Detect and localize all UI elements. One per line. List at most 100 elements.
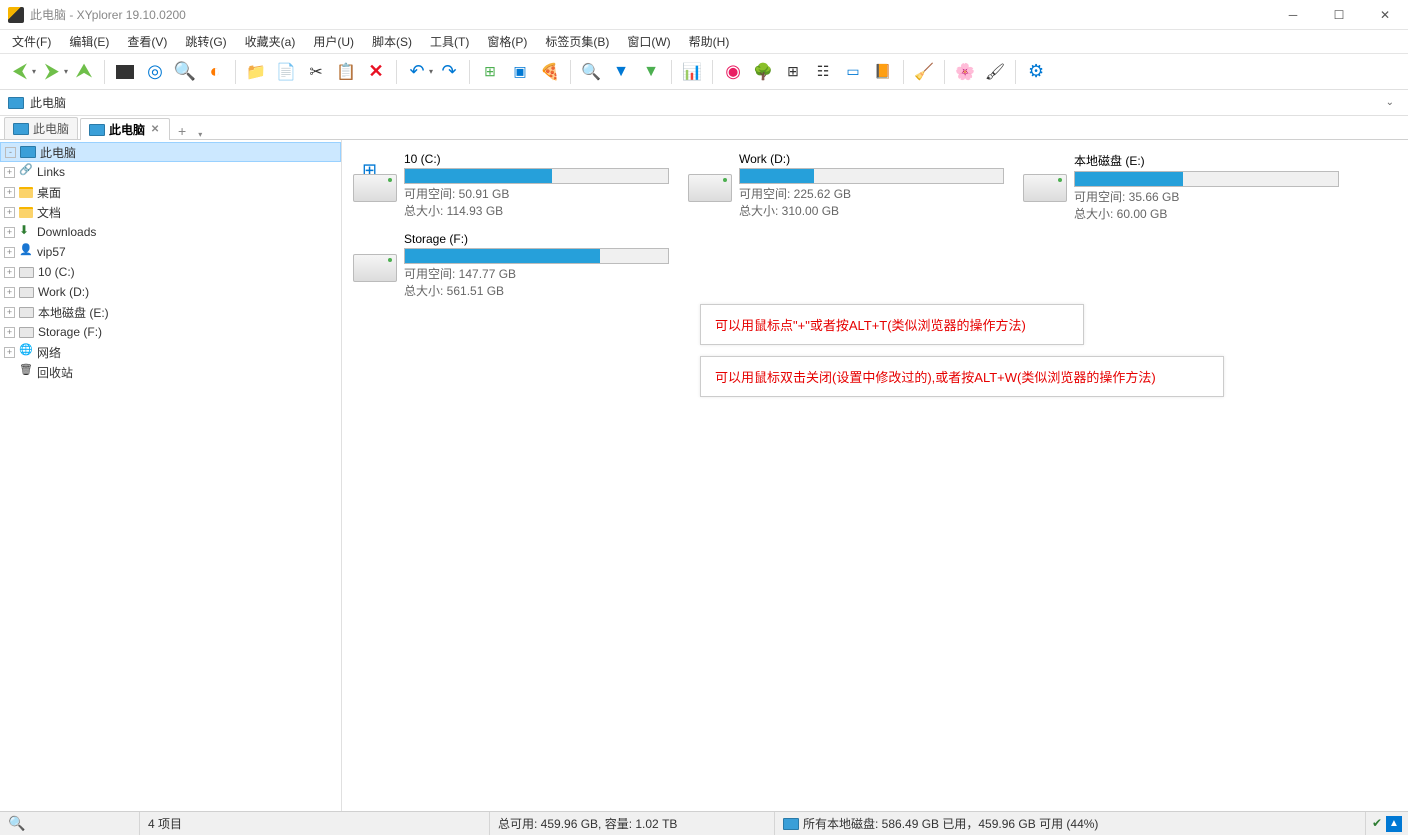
search-button[interactable]: 🔍 [171, 58, 199, 86]
redo-button[interactable]: ↷ [435, 58, 463, 86]
minimize-button[interactable]: ─ [1270, 0, 1316, 30]
tab-add-button[interactable]: + [172, 123, 192, 139]
play-button[interactable]: ◐ [201, 58, 229, 86]
tab-active[interactable]: 此电脑 ✕ [80, 118, 170, 140]
tree-toggle-icon[interactable]: + [4, 347, 15, 358]
menu-view[interactable]: 查看(V) [119, 31, 175, 52]
menu-help[interactable]: 帮助(H) [681, 31, 738, 52]
tree-item-10[interactable]: +网络 [0, 342, 341, 362]
tree-toggle-icon[interactable]: - [5, 147, 16, 158]
drive-thumb [350, 232, 400, 304]
pizza-icon[interactable]: 🍕 [536, 58, 564, 86]
forward-dropdown[interactable]: ▾ [64, 67, 68, 76]
find-button[interactable]: 🔍 [577, 58, 605, 86]
tree-item-11[interactable]: 回收站 [0, 362, 341, 382]
filter2-button[interactable]: ▼ [637, 58, 665, 86]
drive-thumb [685, 152, 735, 224]
status-search[interactable]: 🔍 [0, 812, 140, 835]
addressbar[interactable]: 此电脑 ⌄ [0, 90, 1408, 116]
tree-toggle-icon[interactable]: + [4, 207, 15, 218]
tree-label: Links [37, 165, 65, 179]
main-view: ⊞10 (C:)可用空间: 50.91 GB总大小: 114.93 GBWork… [342, 140, 1408, 811]
book-icon[interactable]: 📙 [869, 58, 897, 86]
user-icon [19, 245, 33, 259]
settings-button[interactable]: ⚙ [1022, 58, 1050, 86]
menu-user[interactable]: 用户(U) [305, 31, 362, 52]
menu-file[interactable]: 文件(F) [4, 31, 59, 52]
drive-total: 总大小: 60.00 GB [1074, 206, 1339, 223]
address-dropdown[interactable]: ⌄ [1380, 95, 1400, 110]
tree-label: Work (D:) [38, 285, 89, 299]
tree-item-4[interactable]: +Downloads [0, 222, 341, 242]
tree-item-1[interactable]: + Links [0, 162, 341, 182]
back-button[interactable]: ⮜ [6, 58, 34, 86]
menu-edit[interactable]: 编辑(E) [61, 31, 117, 52]
tree-item-9[interactable]: +Storage (F:) [0, 322, 341, 342]
cut-button[interactable]: ✂ [302, 58, 330, 86]
drive-card[interactable]: 本地磁盘 (E:)可用空间: 35.66 GB总大小: 60.00 GB [1012, 148, 1347, 228]
clean-icon[interactable]: 🧹 [910, 58, 938, 86]
sync-status-icon[interactable]: ▲ [1386, 816, 1402, 832]
drive-card[interactable]: Work (D:)可用空间: 225.62 GB总大小: 310.00 GB [677, 148, 1012, 228]
tree-item-6[interactable]: +10 (C:) [0, 262, 341, 282]
tree-toggle-icon[interactable]: + [4, 307, 15, 318]
filter-button[interactable]: ▼ [607, 58, 635, 86]
copy-button[interactable]: 📋 [332, 58, 360, 86]
drive-free: 可用空间: 50.91 GB [404, 186, 669, 203]
grid-icon[interactable]: ⊞ [779, 58, 807, 86]
tree-label: 文档 [37, 204, 61, 221]
drive-icon [19, 267, 34, 278]
tree-item-2[interactable]: +桌面 [0, 182, 341, 202]
tree-toggle-icon[interactable]: + [4, 267, 15, 278]
delete-button[interactable]: ✕ [362, 58, 390, 86]
newfile-button[interactable]: 📄 [272, 58, 300, 86]
spiral-icon[interactable]: ◉ [719, 58, 747, 86]
tree-item-7[interactable]: + Work (D:) [0, 282, 341, 302]
brush-icon[interactable]: 🖌 [981, 58, 1009, 86]
newfolder-button[interactable]: 📁 [242, 58, 270, 86]
tree-item-8[interactable]: +本地磁盘 (E:) [0, 302, 341, 322]
menu-tabsets[interactable]: 标签页集(B) [537, 31, 617, 52]
tree-item-5[interactable]: +vip57 [0, 242, 341, 262]
back-dropdown[interactable]: ▾ [32, 67, 36, 76]
flower-icon[interactable]: 🌸 [951, 58, 979, 86]
maximize-button[interactable]: ☐ [1316, 0, 1362, 30]
computer-icon [8, 97, 24, 109]
menu-favorites[interactable]: 收藏夹(a) [237, 31, 304, 52]
tree-item-3[interactable]: + 文档 [0, 202, 341, 222]
tab-close-icon[interactable]: ✕ [149, 124, 161, 136]
tree-toggle-icon[interactable]: + [4, 227, 15, 238]
undo-button[interactable]: ↶ [403, 58, 431, 86]
drive-card[interactable]: ⊞10 (C:)可用空间: 50.91 GB总大小: 114.93 GB [342, 148, 677, 228]
list-icon[interactable]: ☷ [809, 58, 837, 86]
target-button[interactable]: ◎ [141, 58, 169, 86]
menu-window[interactable]: 窗口(W) [619, 31, 678, 52]
address-path[interactable]: 此电脑 [30, 94, 66, 111]
chart-icon[interactable]: 📊 [678, 58, 706, 86]
menu-tools[interactable]: 工具(T) [422, 31, 477, 52]
tree-toggle-icon[interactable]: + [4, 187, 15, 198]
tab-menu-button[interactable]: ▾ [194, 130, 206, 139]
tree-toggle-icon[interactable]: + [4, 167, 15, 178]
titlebar: 此电脑 - XYplorer 19.10.0200 ─ ☐ ✕ [0, 0, 1408, 30]
drive-usage-bar [739, 168, 1004, 184]
tree-toggle-icon[interactable]: + [4, 247, 15, 258]
tree-item-0[interactable]: -此电脑 [0, 142, 341, 162]
window-icon[interactable]: ▭ [839, 58, 867, 86]
undo-dropdown[interactable]: ▾ [429, 67, 433, 76]
forward-button[interactable]: ⮞ [38, 58, 66, 86]
drive-card[interactable]: Storage (F:)可用空间: 147.77 GB总大小: 561.51 G… [342, 228, 677, 308]
tree-button[interactable]: ⊞ [476, 58, 504, 86]
tree-toggle-icon[interactable]: + [4, 327, 15, 338]
menu-scripting[interactable]: 脚本(S) [364, 31, 420, 52]
select-button[interactable]: ▣ [506, 58, 534, 86]
tab-inactive[interactable]: 此电脑 [4, 117, 78, 139]
menu-panes[interactable]: 窗格(P) [479, 31, 535, 52]
up-button[interactable]: ⮝ [70, 58, 98, 86]
prompt-button[interactable] [111, 58, 139, 86]
drive-usage-bar [1074, 171, 1339, 187]
tree-toggle-icon[interactable]: + [4, 287, 15, 298]
leaf-icon[interactable]: 🌳 [749, 58, 777, 86]
close-button[interactable]: ✕ [1362, 0, 1408, 30]
menu-go[interactable]: 跳转(G) [177, 31, 234, 52]
